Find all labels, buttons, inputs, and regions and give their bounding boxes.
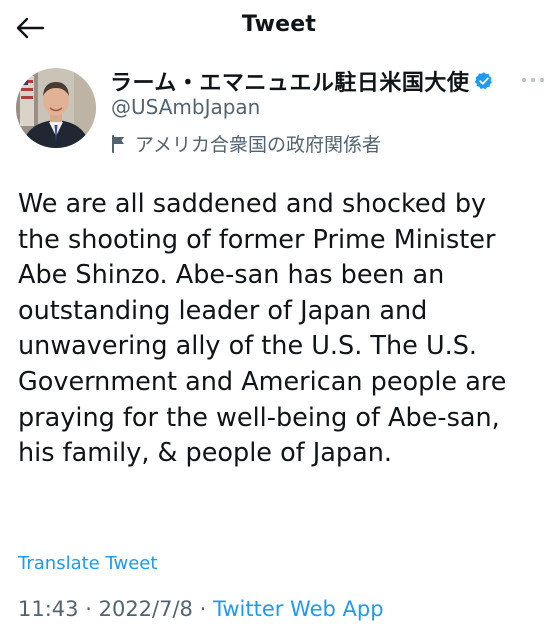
flag-icon [111,134,127,153]
tweet-text: We are all saddened and shocked by the s… [18,189,507,469]
more-horizontal-icon [522,78,544,82]
author-handle[interactable]: @USAmbJapan [111,95,260,119]
tweet-metadata: 11:43 · 2022/7/8 · Twitter Web App [18,597,384,621]
top-bar: Tweet [0,0,558,56]
separator: · [199,597,207,621]
tweet-time[interactable]: 11:43 [18,597,79,621]
more-options-button[interactable] [520,70,546,89]
avatar[interactable] [16,68,96,148]
page-title: Tweet [241,12,317,37]
tweet-source[interactable]: Twitter Web App [213,597,384,621]
government-label-text: アメリカ合衆国の政府関係者 [135,134,382,156]
translate-tweet-link[interactable]: Translate Tweet [18,553,157,574]
author-name-row: ラーム・エマニュエル駐日米国大使 [110,65,494,97]
verified-badge-icon [474,71,494,91]
author-display-name[interactable]: ラーム・エマニュエル駐日米国大使 [110,65,469,97]
tweet-date[interactable]: 2022/7/8 [99,597,193,621]
government-label: アメリカ合衆国の政府関係者 [111,130,381,157]
separator: · [85,597,92,621]
